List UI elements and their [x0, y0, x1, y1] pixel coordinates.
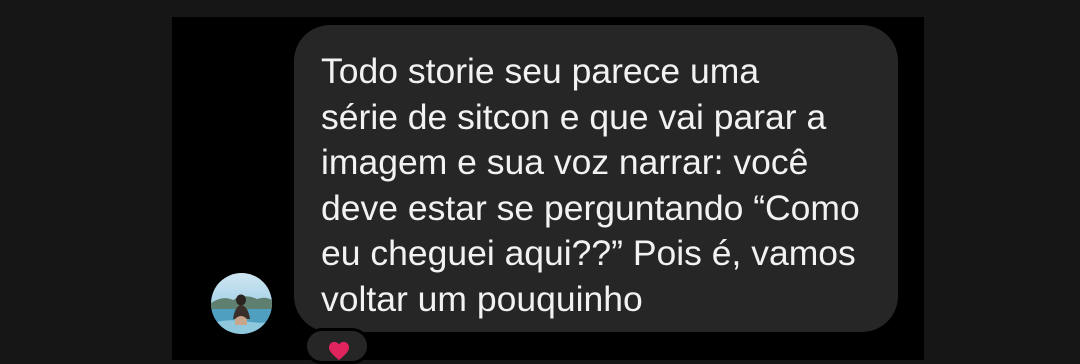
sender-avatar[interactable]	[211, 273, 272, 334]
message-bubble[interactable]: Todo storie seu parece uma série de sitc…	[294, 25, 898, 332]
reaction-badge[interactable]	[304, 328, 370, 364]
avatar-photo	[211, 273, 272, 334]
heart-icon	[329, 341, 349, 361]
message-text: Todo storie seu parece uma série de sitc…	[321, 51, 860, 319]
screen: Todo storie seu parece uma série de sitc…	[0, 0, 1080, 364]
